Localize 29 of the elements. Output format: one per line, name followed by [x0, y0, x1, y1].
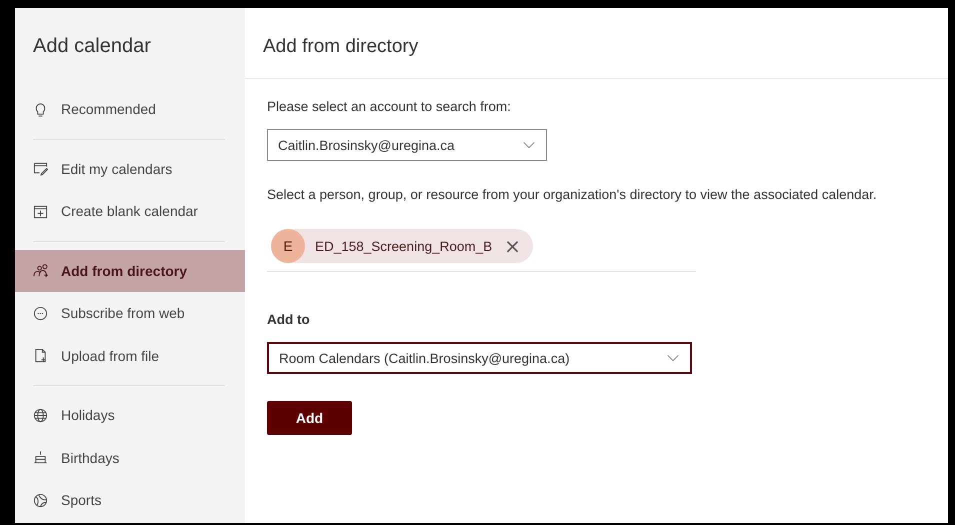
file-icon: [33, 348, 48, 364]
dash-circle-icon: [33, 306, 48, 321]
sidebar-title: Add calendar: [33, 35, 152, 58]
calendar-dropdown[interactable]: Room Calendars (Caitlin.Brosinsky@uregina.ca): [267, 342, 692, 374]
account-dropdown[interactable]: Caitlin.Brosinsky@uregina.ca: [267, 129, 547, 161]
instructions-text: Select a person, group, or resource from your organization's directory to view the associated calendar.: [267, 187, 878, 202]
calendar-plus-icon: [33, 204, 48, 219]
sidebar-item[interactable]: Recommended: [15, 88, 245, 130]
calendar-pen-icon: [33, 161, 48, 176]
remove-button[interactable]: ×: [502, 236, 523, 256]
sidebar-item[interactable]: Create blank calendar: [15, 190, 245, 232]
sidebar-item[interactable]: Upload from file: [15, 334, 245, 377]
cake-icon: [33, 450, 48, 466]
sidebar-item[interactable]: Holidays: [15, 394, 245, 436]
avatar-initial: E: [271, 229, 305, 263]
globe-icon: [33, 408, 48, 423]
lightbulb-icon: [33, 102, 48, 117]
sidebar-item[interactable]: Sports: [15, 479, 245, 522]
add-button[interactable]: Add: [267, 401, 352, 435]
account-label: Please select an account to search from:: [267, 99, 512, 114]
panel-title: Add from directory: [245, 8, 948, 79]
ball-icon: [33, 492, 48, 508]
sidebar-item[interactable]: Birthdays: [15, 436, 245, 479]
people-icon: [33, 263, 48, 278]
sidebar-item[interactable]: Add from directory: [15, 250, 245, 292]
person-name: ED_158_Screening_Room_B: [315, 238, 492, 254]
sidebar-item[interactable]: Subscribe from web: [15, 292, 245, 334]
add-to-label: Add to: [267, 312, 311, 327]
sidebar-item[interactable]: Edit my calendars: [15, 148, 245, 190]
